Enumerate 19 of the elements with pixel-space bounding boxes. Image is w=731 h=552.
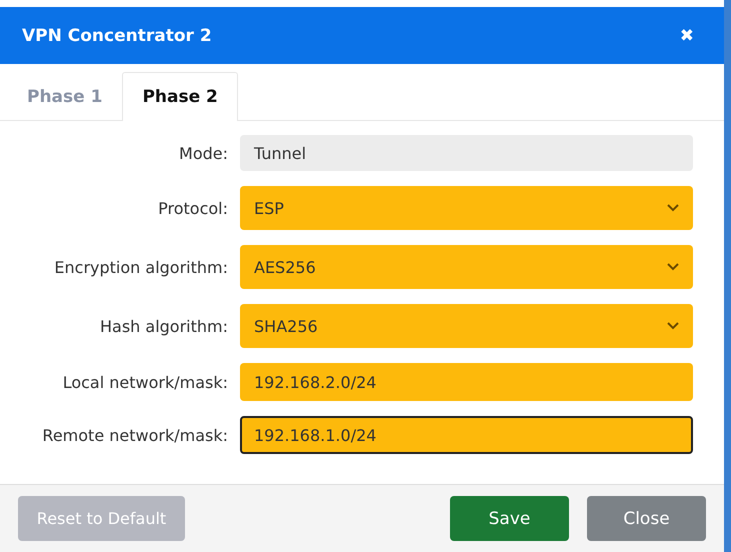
dropdown[interactable]: SHA256 <box>240 304 693 348</box>
close-button[interactable]: Close <box>587 496 706 541</box>
field-label: Remote network/mask: <box>41 426 228 444</box>
field-label: Protocol: <box>157 198 228 218</box>
save-button[interactable]: Save <box>450 496 569 541</box>
field-label: Hash algorithm: <box>98 316 228 336</box>
dropdown[interactable]: AES256 <box>240 245 693 289</box>
chevron-down-icon <box>667 263 679 271</box>
dropdown[interactable]: ESP <box>240 186 693 230</box>
input-field[interactable]: 192.168.2.0/24 <box>240 363 693 401</box>
chevron-down-icon <box>667 204 679 212</box>
field-label: Local network/mask: <box>62 372 228 392</box>
tab[interactable]: Phase 2 <box>122 72 238 121</box>
chevron-down-icon <box>667 322 679 330</box>
field-label: Encryption algorithm: <box>53 258 228 276</box>
mode-display[interactable]: Tunnel <box>240 135 693 171</box>
window-title: VPN Concentrator 2 <box>22 26 212 46</box>
input-field[interactable]: 192.168.1.0/24 <box>240 416 693 454</box>
field-label: Mode: <box>178 144 228 162</box>
